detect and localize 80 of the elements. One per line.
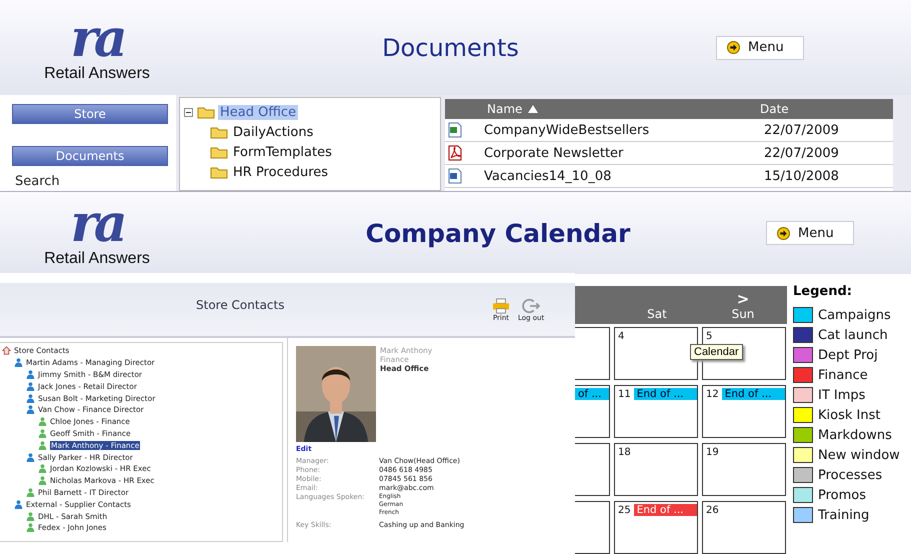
sidebar-link[interactable]: Search [15,174,176,189]
menu-button[interactable]: Menu [716,36,804,60]
person-icon [38,464,47,474]
legend-label: IT Imps [818,388,866,402]
logo-name: Retail Answers [44,250,150,268]
person-icon [14,500,23,509]
folder-icon [210,165,228,179]
event-bar[interactable]: of ... [575,388,609,400]
folder-item[interactable]: Head Office [218,104,298,120]
person-icon [14,358,23,368]
document-file-icon [448,168,462,184]
day-cell[interactable]: of ... [575,385,610,438]
logo-name: Retail Answers [44,64,150,82]
event-bar[interactable]: End of ... [634,504,697,516]
person-icon [26,394,35,403]
day-label: Sun [732,307,754,321]
person-icon [38,476,47,486]
file-date: 22/07/2009 [764,146,839,160]
person-icon [26,382,35,391]
day-cell[interactable]: 25 End of ... [614,501,698,554]
day-cell[interactable] [575,327,610,380]
file-name[interactable]: CompanyWideBestsellers [484,122,764,138]
day-cell[interactable]: 19 [702,443,786,496]
column-header[interactable]: Name [487,102,760,116]
legend-label: Promos [818,488,866,502]
arrow-icon [777,226,790,240]
file-name[interactable]: Vacancies14_10_08 [484,168,764,184]
file-date: 15/10/2008 [764,168,839,184]
collapse-toggle[interactable] [184,108,194,116]
legend-label: Processes [818,468,882,482]
sidebar-button[interactable]: Documents [12,146,168,166]
day-label: Sat [647,307,667,321]
house-icon [2,346,11,356]
folder-icon [210,145,228,159]
folder-item[interactable]: FormTemplates [231,144,334,160]
folder-icon [210,125,228,139]
legend-label: Kiosk Inst [818,408,880,422]
window-title: Company Calendar [364,218,632,248]
day-cell[interactable]: 12 End of ... [702,385,786,438]
legend-label: Finance [818,368,868,382]
menu-button[interactable]: Menu [766,221,854,245]
person-icon [26,370,35,379]
event-bar[interactable]: End of ... [722,388,785,400]
person-icon [26,452,35,462]
legend-label: Dept Proj [818,348,878,362]
person-icon [26,512,35,521]
next-button[interactable]: > [736,292,750,307]
person-icon [26,488,35,497]
window-title: Store Contacts [196,298,286,312]
event-bar[interactable]: End of ... [634,388,697,400]
day-cell[interactable]: 26 [702,501,786,554]
folder-item[interactable]: HR Procedures [231,164,330,180]
legend-label: Cat launch [818,328,888,342]
person-icon [26,405,35,414]
day-cell[interactable]: 11 End of ... [614,385,698,438]
legend-label: Training [818,508,870,522]
logo-mark: ra [70,12,124,64]
folder-icon [197,105,215,119]
sidebar-button[interactable]: Store [12,104,168,124]
arrow-icon [727,41,740,54]
legend-label: Campaigns [818,308,891,322]
day-cell[interactable] [575,443,610,496]
legend-label: New window [818,448,900,462]
person-icon [38,417,47,426]
column-header[interactable]: Date [760,102,789,116]
legend-title: Legend: [793,284,853,299]
legend-label: Markdowns [818,428,892,442]
person-icon [38,440,47,450]
tooltip: Calendar [690,344,743,360]
person-icon [38,428,47,438]
file-name[interactable]: Corporate Newsletter [484,146,764,160]
window-title: Documents [381,34,520,62]
person-icon [26,523,35,532]
pdf-file-icon [448,145,462,161]
spreadsheet-file-icon [448,122,462,138]
day-cell[interactable] [575,501,610,554]
logo-mark: ra [70,198,124,250]
file-date: 22/07/2009 [764,122,839,138]
day-cell[interactable]: 18 [614,443,698,496]
folder-item[interactable]: DailyActions [231,124,316,140]
